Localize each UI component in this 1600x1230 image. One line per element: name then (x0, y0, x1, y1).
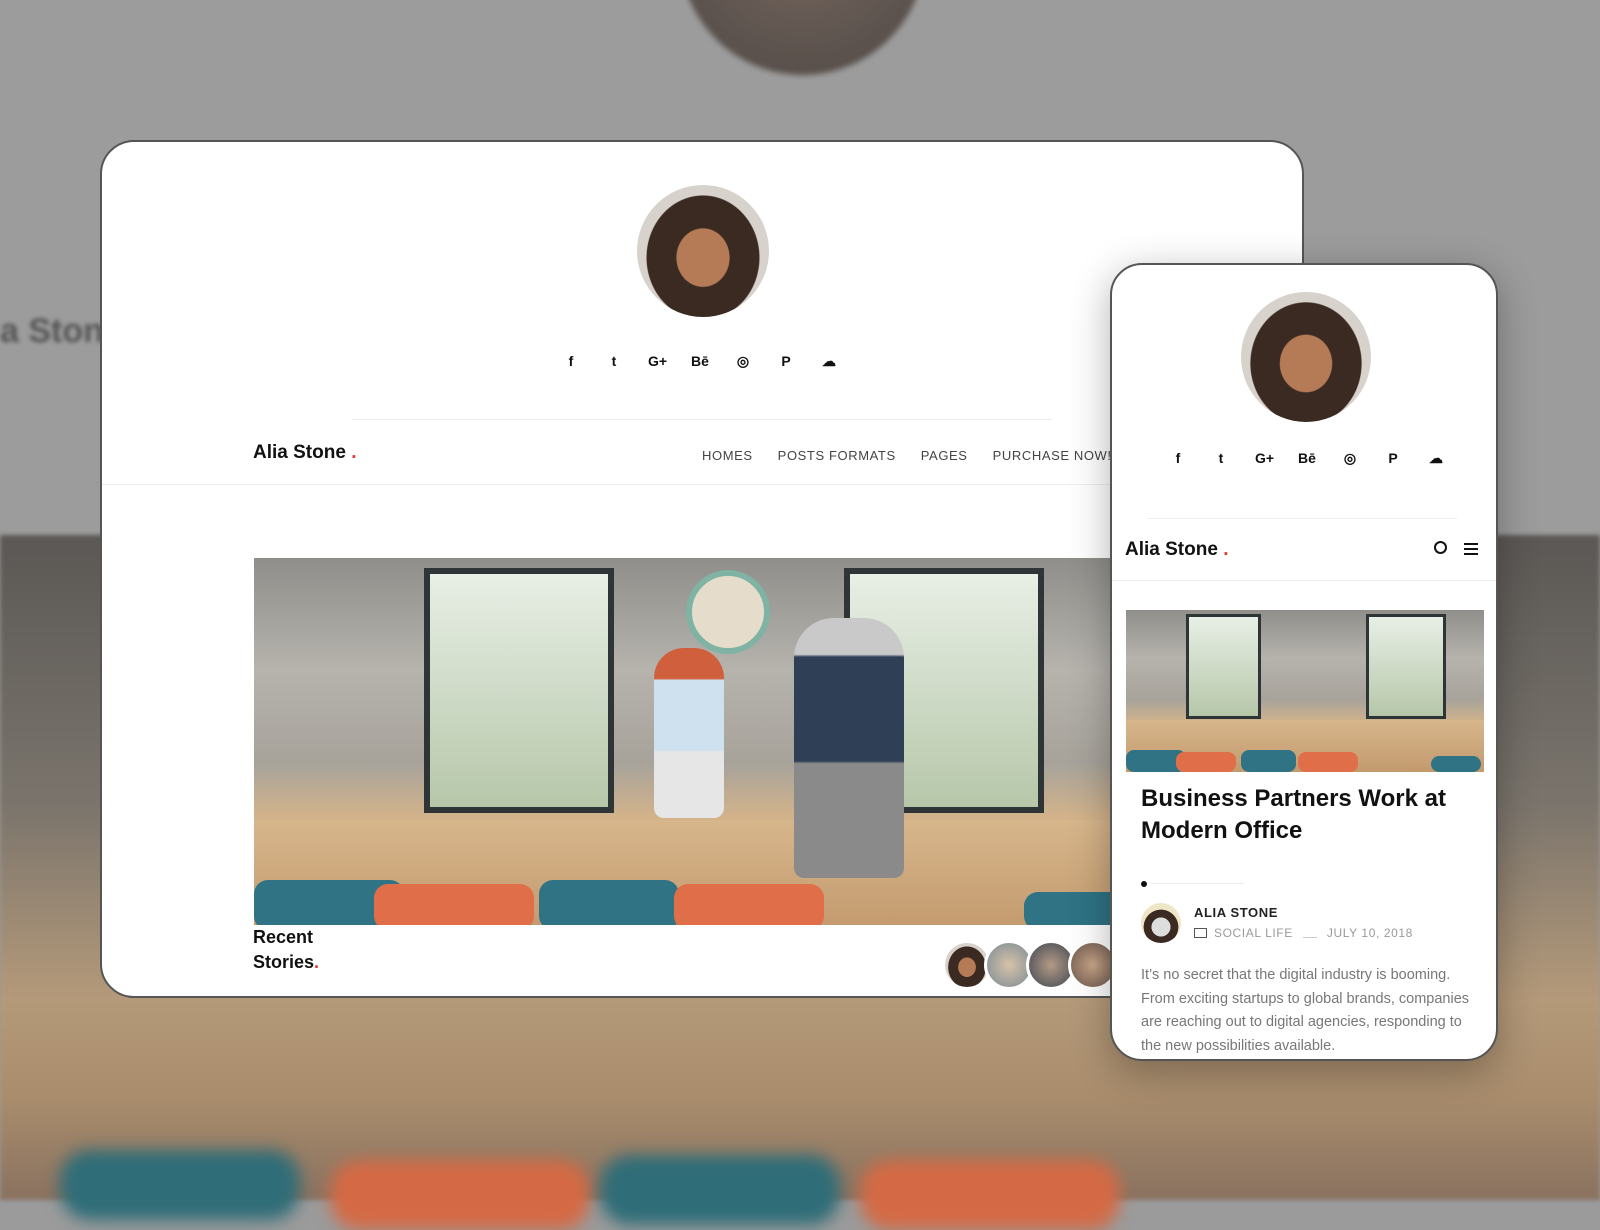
mobile-mockup: f t G+ Bē ◎ P ☁ Alia Stone . Business Partners… (1110, 263, 1498, 1061)
pinterest-icon[interactable]: P (1384, 449, 1402, 467)
author-avatar[interactable] (1141, 903, 1181, 943)
social-links: f t G+ Bē ◎ P ☁ (562, 352, 838, 370)
instagram-icon[interactable]: ◎ (1341, 449, 1359, 467)
post-date: JULY 10, 2018 (1326, 926, 1413, 940)
profile-avatar (637, 185, 769, 317)
search-icon[interactable] (1434, 541, 1447, 554)
site-logo[interactable]: Alia Stone . (1125, 539, 1228, 561)
pinterest-icon[interactable]: P (777, 352, 795, 370)
background-blurred-logo: a Ston (0, 312, 104, 350)
nav-posts-formats[interactable]: POSTS FORMATS (778, 448, 896, 463)
author-name[interactable]: ALIA STONE (1194, 905, 1278, 920)
post-title[interactable]: Business Partners Work at Modern Office (1141, 783, 1471, 847)
nav-pages[interactable]: PAGES (921, 448, 968, 463)
google-plus-icon[interactable]: G+ (648, 352, 667, 370)
nav-purchase-now[interactable]: PURCHASE NOW! (993, 448, 1112, 463)
twitter-icon[interactable]: t (1212, 449, 1230, 467)
behance-icon[interactable]: Bē (1298, 449, 1316, 467)
menu-icon[interactable] (1464, 543, 1478, 555)
behance-icon[interactable]: Bē (691, 352, 709, 370)
twitter-icon[interactable]: t (605, 352, 623, 370)
profile-avatar (1241, 292, 1371, 422)
post-category[interactable]: SOCIAL LIFE (1214, 926, 1293, 940)
post-excerpt: It’s no secret that the digital industry… (1141, 967, 1470, 1054)
google-plus-icon[interactable]: G+ (1255, 449, 1274, 467)
facebook-icon[interactable]: f (1169, 449, 1187, 467)
soundcloud-icon[interactable]: ☁ (1427, 449, 1445, 467)
nav-homes[interactable]: HOMES (702, 448, 753, 463)
post-meta: SOCIAL LIFE JULY 10, 2018 (1194, 926, 1413, 940)
recent-stories-thumbnails (942, 940, 1118, 990)
facebook-icon[interactable]: f (562, 352, 580, 370)
featured-image[interactable] (1126, 610, 1484, 772)
social-links: f t G+ Bē ◎ P ☁ (1169, 449, 1445, 467)
site-logo[interactable]: Alia Stone . (253, 442, 356, 464)
soundcloud-icon[interactable]: ☁ (820, 352, 838, 370)
main-nav: HOMES POSTS FORMATS PAGES PURCHASE NOW! (702, 448, 1112, 463)
instagram-icon[interactable]: ◎ (734, 352, 752, 370)
image-format-icon (1194, 928, 1207, 938)
featured-image[interactable] (254, 558, 1214, 930)
